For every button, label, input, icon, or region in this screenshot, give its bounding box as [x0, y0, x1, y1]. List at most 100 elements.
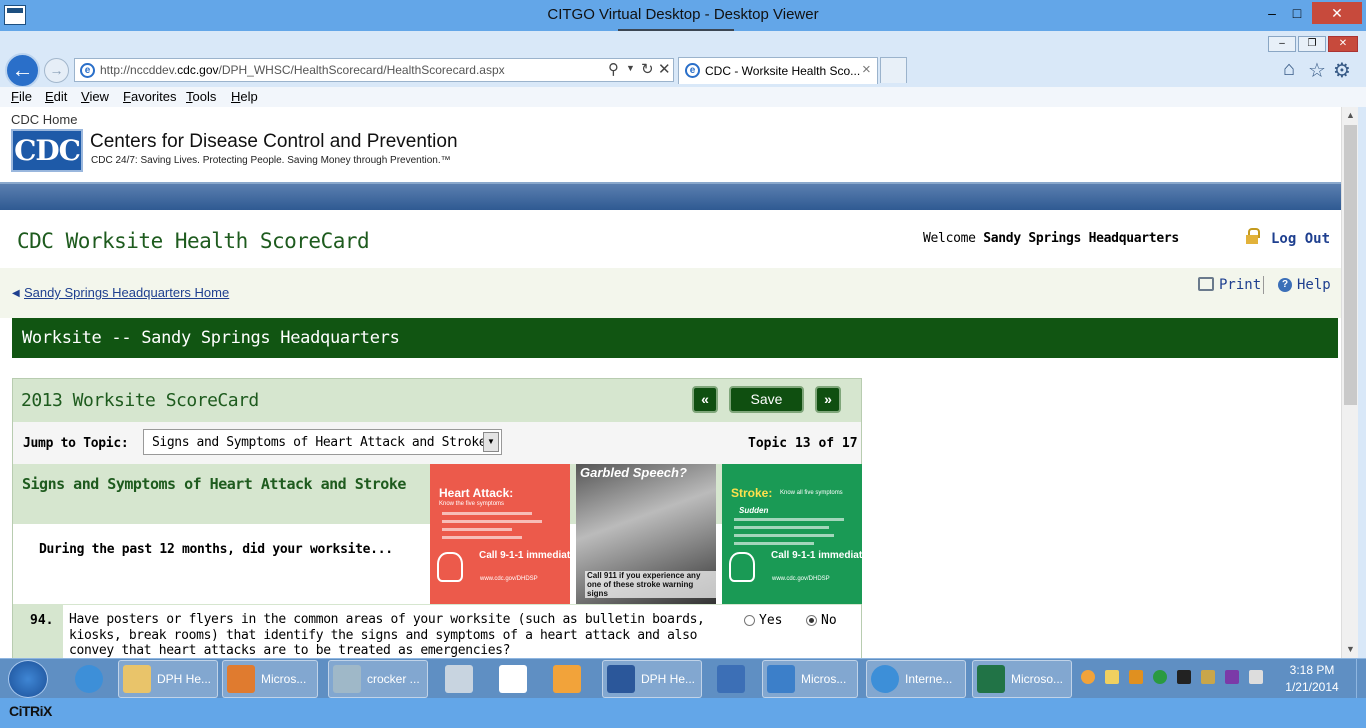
menu-bar: File Edit View Favorites Tools Help [0, 87, 1366, 107]
next-topic-button[interactable]: » [815, 386, 841, 413]
menu-tools[interactable]: Tools [186, 89, 216, 104]
printer-icon[interactable] [1198, 277, 1214, 291]
worksite-home-link[interactable]: Sandy Springs Headquarters Home [24, 285, 229, 300]
gear-icon[interactable]: ⚙ [1333, 58, 1351, 83]
taskbar-item[interactable]: Interne... [866, 660, 966, 698]
taskbar-file[interactable] [488, 660, 534, 698]
taskbar-item[interactable]: DPH He... [602, 660, 702, 698]
tray-audio-icon[interactable] [1177, 670, 1191, 684]
back-button[interactable]: ← [5, 53, 40, 88]
tab-cdc-worksite[interactable]: e CDC - Worksite Health Sco... × [678, 57, 878, 84]
question-number: 94. [30, 613, 54, 628]
tray-speaker-icon[interactable] [1249, 670, 1263, 684]
taskbar-visio[interactable] [708, 660, 754, 698]
folder-icon [123, 665, 151, 693]
topic-select[interactable]: Signs and Symptoms of Heart Attack and S… [143, 429, 502, 455]
taskbar-item[interactable]: Micros... [222, 660, 318, 698]
browser-minimize-button[interactable]: – [1268, 36, 1296, 52]
notepad-icon [333, 665, 361, 693]
taskbar-ie-pinned[interactable] [63, 660, 115, 698]
menu-file[interactable]: File [11, 89, 32, 104]
cdc-logo[interactable]: CDC [11, 129, 83, 172]
print-link[interactable]: Print [1219, 277, 1261, 293]
outlook-icon [227, 665, 255, 693]
ie-favicon-icon: e [685, 63, 700, 78]
tab-title: CDC - Worksite Health Sco... [705, 64, 861, 78]
show-desktop-button[interactable] [1356, 659, 1366, 699]
stop-icon[interactable]: ✕ [658, 60, 671, 78]
heart-attack-poster: Heart Attack: Know the five symptoms Cal… [430, 464, 570, 604]
clock-time[interactable]: 3:18 PM [1282, 663, 1342, 677]
new-tab-button[interactable] [880, 57, 907, 83]
taskbar-item[interactable]: crocker ... [328, 660, 428, 698]
welcome-user: Sandy Springs Headquarters [983, 231, 1179, 246]
refresh-icon[interactable]: ↻ [641, 60, 654, 78]
topic-counter: Topic 13 of 17 [748, 436, 858, 451]
address-bar[interactable]: e http://nccddev.cdc.gov/DPH_WHSC/Health… [74, 58, 674, 82]
citrix-bar: CiTRiX [0, 698, 1366, 728]
star-icon[interactable]: ☆ [1308, 58, 1326, 83]
answer-yes-radio[interactable] [744, 615, 755, 626]
minimize-button[interactable]: – [1262, 2, 1282, 24]
file-icon [499, 665, 527, 693]
tray-outlook-icon[interactable] [1129, 670, 1143, 684]
page-scrollbar[interactable]: ▲ ▼ [1341, 107, 1358, 658]
maximize-button[interactable]: □ [1287, 2, 1307, 24]
menu-view[interactable]: View [81, 89, 109, 104]
onenote-icon[interactable] [1225, 670, 1239, 684]
close-button[interactable]: ✕ [1312, 2, 1362, 24]
taskbar-item[interactable]: DPH He... [118, 660, 218, 698]
menu-help[interactable]: Help [231, 89, 258, 104]
word-icon [607, 665, 635, 693]
garbled-speech-poster: Garbled Speech? Call 911 if you experien… [576, 464, 716, 604]
chevron-down-icon[interactable]: ▼ [483, 432, 499, 452]
home-icon[interactable]: ⌂ [1283, 58, 1295, 81]
cdc-title: Centers for Disease Control and Preventi… [90, 131, 458, 152]
scroll-thumb[interactable] [1344, 125, 1357, 405]
chevron-down-icon[interactable]: ▼ [626, 63, 635, 73]
taskbar-item[interactable]: Microso... [972, 660, 1072, 698]
tray-tool-icon[interactable] [1201, 670, 1215, 684]
taskbar-app[interactable] [542, 660, 592, 698]
tray-sync-icon[interactable] [1153, 670, 1167, 684]
answer-yes-label[interactable]: Yes [759, 613, 782, 628]
scroll-up-arrow-icon[interactable]: ▲ [1342, 107, 1359, 124]
browser-close-button[interactable]: ✕ [1328, 36, 1358, 52]
question-intro: During the past 12 months, did your work… [39, 542, 393, 557]
excel-icon [977, 665, 1005, 693]
chevron-left-icon: ◀ [12, 288, 20, 299]
taskbar-calculator[interactable] [436, 660, 482, 698]
help-link[interactable]: Help [1297, 277, 1331, 293]
page-viewport: CDC Home CDC Centers for Disease Control… [0, 107, 1341, 658]
lock-icon [1245, 228, 1260, 244]
header-band [0, 182, 1341, 210]
system-tray [1077, 659, 1277, 699]
tray-up-icon[interactable] [1081, 670, 1095, 684]
help-icon[interactable]: ? [1278, 278, 1292, 292]
address-url[interactable]: http://nccddev.cdc.gov/DPH_WHSC/HealthSc… [100, 63, 505, 77]
save-button[interactable]: Save [729, 386, 804, 413]
hhs-emblem-icon [729, 552, 755, 582]
close-icon[interactable]: × [862, 61, 871, 78]
topic-select-value: Signs and Symptoms of Heart Attack and S… [152, 435, 487, 450]
app-icon [553, 665, 581, 693]
answer-no-radio[interactable] [806, 615, 817, 626]
forward-button[interactable]: → [44, 58, 69, 83]
clock-date[interactable]: 1/21/2014 [1276, 680, 1348, 694]
start-button[interactable] [8, 660, 48, 698]
menu-favorites[interactable]: Favorites [123, 89, 176, 104]
previous-topic-button[interactable]: « [692, 386, 718, 413]
taskbar-item[interactable]: Micros... [762, 660, 858, 698]
welcome-text: Welcome Sandy Springs Headquarters [923, 231, 1179, 246]
lync-icon [767, 665, 795, 693]
browser-restore-button[interactable]: ❐ [1298, 36, 1326, 52]
tray-mail-icon[interactable] [1105, 670, 1119, 684]
menu-edit[interactable]: Edit [45, 89, 67, 104]
logout-link[interactable]: Log Out [1271, 231, 1330, 247]
jump-to-topic-row: Jump to Topic: Signs and Symptoms of Hea… [13, 422, 861, 464]
search-icon[interactable]: ⚲ [608, 60, 619, 78]
scroll-down-arrow-icon[interactable]: ▼ [1342, 641, 1359, 658]
cdc-home-link[interactable]: CDC Home [11, 112, 77, 127]
answer-no-label[interactable]: No [821, 613, 837, 628]
visio-icon [717, 665, 745, 693]
